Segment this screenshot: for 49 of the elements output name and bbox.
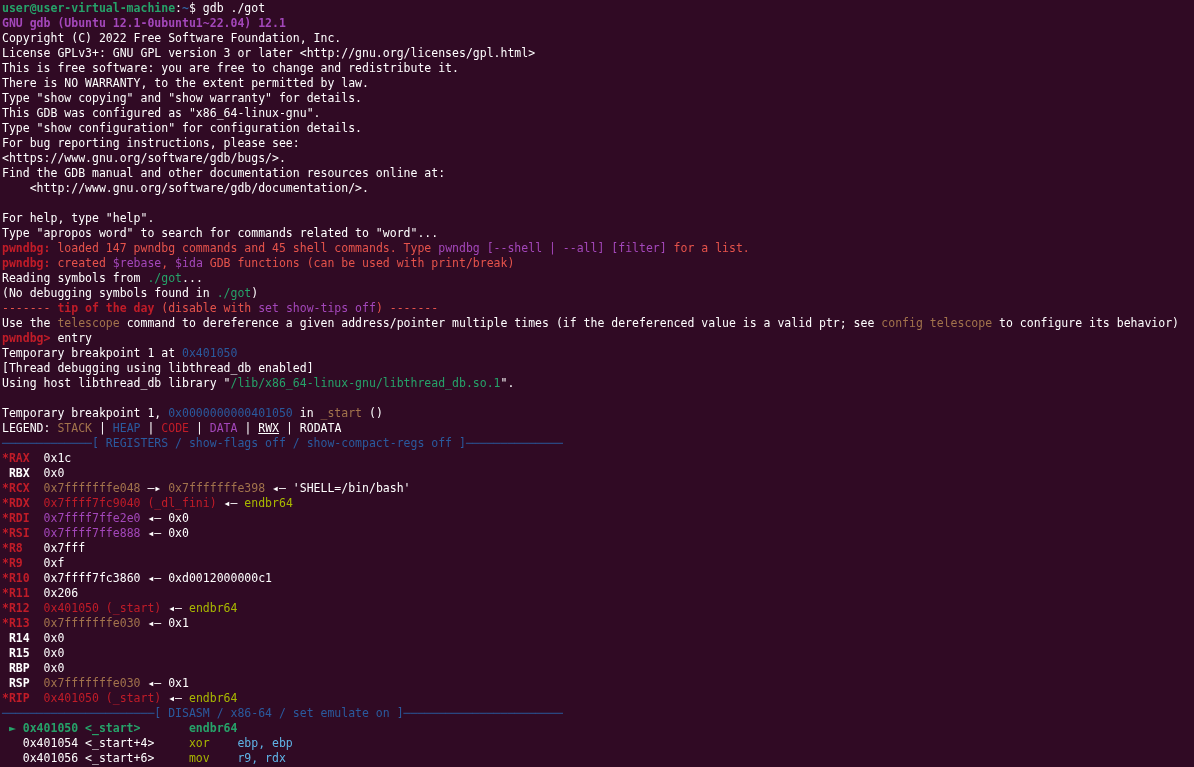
terminal-line: *RIP 0x401050 (_start) ◂— endbr64	[2, 691, 238, 706]
terminal-line: <http://www.gnu.org/software/gdb/documentation/>.	[28, 181, 369, 196]
terminal-line: *R10 0x7ffff7fc3860 ◂— 0xd0012000000c1	[2, 571, 273, 586]
terminal-line: For help, type "help".	[2, 211, 155, 226]
terminal-line: Type "apropos word" to search for commands related to "word"...	[2, 226, 439, 241]
terminal-line: This is free software: you are free to change and redistribute it.	[2, 61, 459, 76]
terminal-line: *R13 0x7fffffffe030 ◂— 0x1	[2, 616, 189, 631]
terminal-line: [Thread debugging using libthread_db enabled]	[2, 361, 314, 376]
terminal-line: Type "show copying" and "show warranty" for details.	[2, 91, 363, 106]
terminal-line: Using host libthread_db library "/lib/x86_64-linux-gnu/libthread_db.so.1".	[2, 376, 515, 391]
terminal-line: Temporary breakpoint 1 at 0x401050	[2, 346, 238, 361]
terminal-line: LEGEND: STACK | HEAP | CODE | DATA | RWX | RODATA	[2, 421, 342, 436]
terminal-line: Reading symbols from ./got...	[2, 271, 203, 286]
terminal-line: *R12 0x401050 (_start) ◂— endbr64	[2, 601, 238, 616]
terminal-line: R14 0x0	[7, 631, 65, 646]
terminal-line: *R9 0xf	[2, 556, 65, 571]
section-header: ──────────────────────[ DISASM / x86-64 / set emulate on ]───────────────────────	[2, 706, 563, 721]
terminal-line: For bug reporting instructions, please see:	[2, 136, 300, 151]
section-header: ─────────────[ REGISTERS / show-flags off / show-compact-regs off ]──────────────	[2, 436, 563, 451]
terminal-line: user@user-virtual-machine:~$ gdb ./got	[2, 1, 266, 16]
terminal-line: License GPLv3+: GNU GPL version 3 or later <http://gnu.org/licenses/gpl.html>	[2, 46, 536, 61]
terminal-line: Temporary breakpoint 1, 0x0000000000401050 in _start ()	[2, 406, 383, 421]
terminal-line: RBP 0x0	[7, 661, 65, 676]
terminal-line: GNU gdb (Ubuntu 12.1-0ubuntu1~22.04) 12.1	[2, 16, 286, 31]
terminal-line: R15 0x0	[7, 646, 65, 661]
terminal-line: *RDI 0x7ffff7ffe2e0 ◂— 0x0	[2, 511, 189, 526]
terminal-line: *R11 0x206	[2, 586, 79, 601]
terminal-line: Use the telescope command to dereference a given address/pointer multiple times (if the dereferenced value is a valid ptr; see config telescope to configure its behavior)	[2, 316, 1180, 331]
terminal-line: RBX 0x0	[7, 466, 65, 481]
terminal-line: *RAX 0x1c	[2, 451, 72, 466]
terminal-line: Copyright (C) 2022 Free Software Foundation, Inc.	[2, 31, 342, 46]
terminal-line: *RSI 0x7ffff7ffe888 ◂— 0x0	[2, 526, 189, 541]
terminal-line: This GDB was configured as "x86_64-linux-gnu".	[2, 106, 321, 121]
terminal-line: RSP 0x7fffffffe030 ◂— 0x1	[7, 676, 189, 691]
terminal-line: ► 0x401050 <_start> endbr64	[7, 721, 238, 736]
terminal-line: (No debugging symbols found in ./got)	[2, 286, 259, 301]
terminal-line: Type "show configuration" for configuration details.	[2, 121, 363, 136]
terminal-line: pwndbg: created $rebase, $ida GDB functions (can be used with print/break)	[2, 256, 515, 271]
terminal-line: 0x401056 <_start+6> mov r9, rdx	[21, 751, 286, 766]
terminal-line: pwndbg: loaded 147 pwndbg commands and 45 shell commands. Type pwndbg [--shell | --all] [filter] for a list.	[2, 241, 750, 256]
terminal-line: <https://www.gnu.org/software/gdb/bugs/>.	[2, 151, 286, 166]
terminal-line: Find the GDB manual and other documentation resources online at:	[2, 166, 446, 181]
terminal-line: *RDX 0x7ffff7fc9040 (_dl_fini) ◂— endbr64	[2, 496, 293, 511]
terminal-line: 0x401054 <_start+4> xor ebp, ebp	[21, 736, 293, 751]
terminal-line: There is NO WARRANTY, to the extent permitted by law.	[2, 76, 369, 91]
terminal-line: *RCX 0x7fffffffe048 —▸ 0x7fffffffe398 ◂— 'SHELL=/bin/bash'	[2, 481, 411, 496]
terminal-line: *R8 0x7fff	[2, 541, 86, 556]
terminal-line: ------- tip of the day (disable with set show-tips off) -------	[2, 301, 439, 316]
terminal-line: pwndbg> entry	[2, 331, 92, 346]
